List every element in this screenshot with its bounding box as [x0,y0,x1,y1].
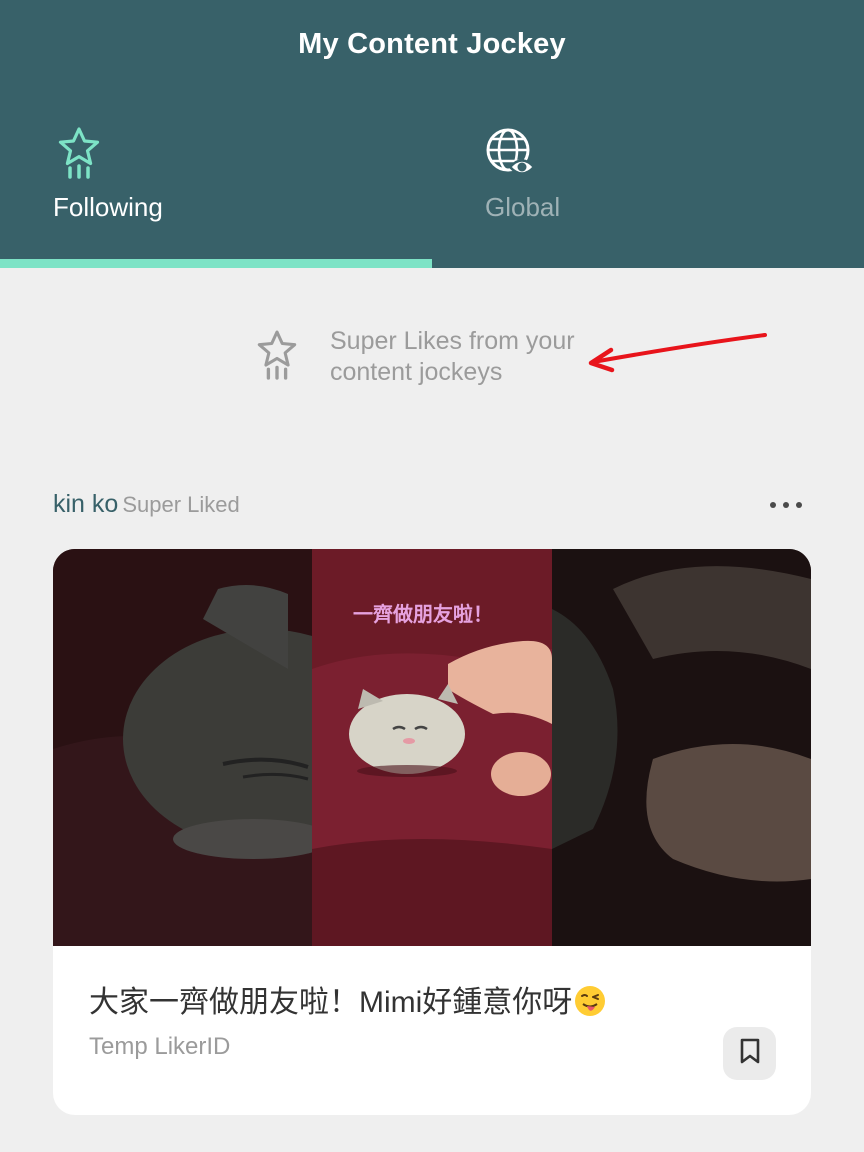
super-like-star-icon [255,328,299,387]
super-like-star-icon [56,126,102,185]
post-activity-line: kin ko Super Liked [53,490,240,519]
globe-eye-icon [484,126,540,187]
red-arrow-annotation [585,326,775,381]
super-likes-hint: Super Likes from your content jockeys [255,326,635,396]
content-card[interactable]: 一齊做朋友啦！ 大家一齊做朋友啦！Mimi好鍾意你呀 Temp LikerID [53,549,811,1115]
more-options-button[interactable] [760,492,812,518]
content-thumbnail[interactable]: 一齊做朋友啦！ [53,549,811,946]
bookmark-icon [739,1038,761,1069]
winking-face-with-tongue-icon [574,985,606,1017]
bookmark-button[interactable] [723,1027,776,1080]
app-header: My Content Jockey Following Global [0,0,864,268]
content-byline: Temp LikerID [89,1033,231,1060]
thumbnail-caption: 一齊做朋友啦！ [353,602,493,626]
page-title: My Content Jockey [298,28,566,60]
more-dots-icon [783,502,789,508]
tab-global-label: Global [485,192,561,222]
tab-following-label: Following [53,192,163,222]
active-tab-indicator [0,259,432,268]
content-title[interactable]: 大家一齊做朋友啦！Mimi好鍾意你呀 [89,977,606,1021]
more-dots-icon [770,502,776,508]
tab-following[interactable]: Following [0,120,432,268]
content-title-text: 大家一齊做朋友啦！Mimi好鍾意你呀 [89,986,573,1019]
more-dots-icon [796,502,802,508]
post-author-link[interactable]: kin ko [53,490,118,518]
tab-global[interactable]: Global [432,120,864,268]
post-action-label: Super Liked [122,492,240,517]
